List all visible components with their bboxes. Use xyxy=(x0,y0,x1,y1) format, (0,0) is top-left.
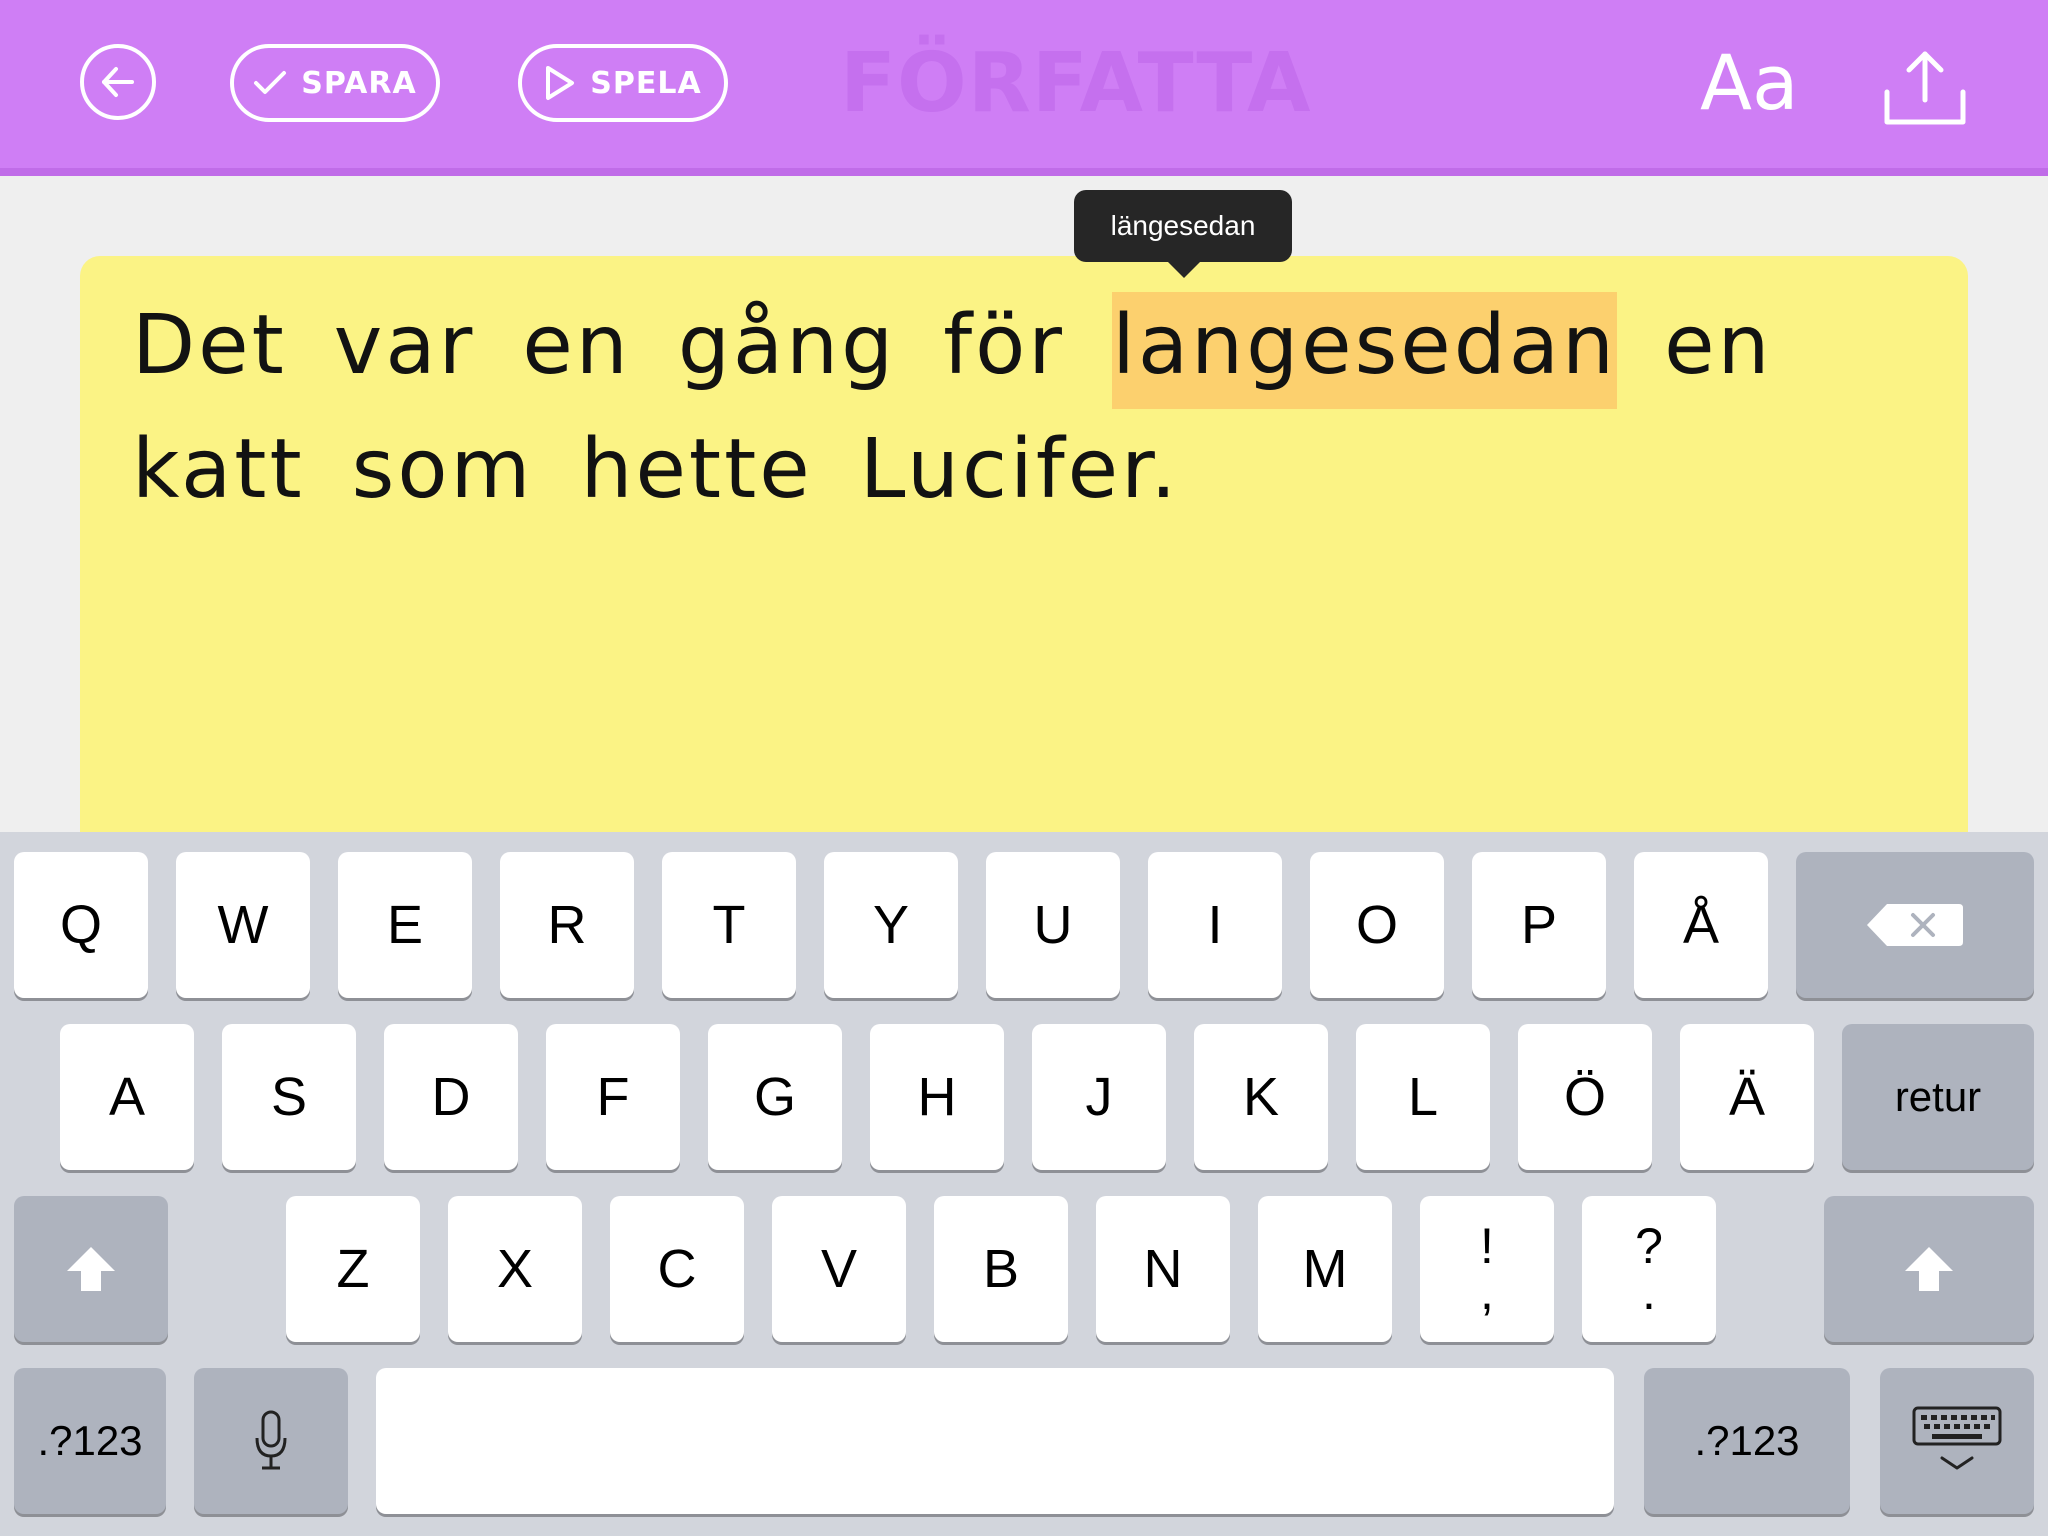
key-exclamation-comma[interactable]: ! , xyxy=(1420,1196,1554,1342)
backspace-key[interactable] xyxy=(1796,852,2034,998)
dictation-key[interactable] xyxy=(194,1368,348,1514)
microphone-icon xyxy=(255,1410,287,1470)
key-y[interactable]: Y xyxy=(824,852,958,998)
play-icon xyxy=(546,66,575,100)
story-text-before: Det var en gång för xyxy=(132,298,1113,393)
back-button[interactable] xyxy=(80,44,156,120)
key-d[interactable]: D xyxy=(384,1024,518,1170)
misspelled-word[interactable]: langesedan xyxy=(1112,292,1618,409)
spelling-suggestion[interactable]: längesedan xyxy=(1074,190,1292,262)
onscreen-keyboard: Q W E R T Y U I O P Å A S D F G H J K L … xyxy=(0,832,2048,1536)
key-t[interactable]: T xyxy=(662,852,796,998)
key-a-ring[interactable]: Å xyxy=(1634,852,1768,998)
key-g[interactable]: G xyxy=(708,1024,842,1170)
key-v[interactable]: V xyxy=(772,1196,906,1342)
key-u[interactable]: U xyxy=(986,852,1120,998)
keyboard-dismiss-icon xyxy=(1912,1406,2002,1470)
key-comma: , xyxy=(1480,1264,1494,1320)
key-o-umlaut[interactable]: Ö xyxy=(1518,1024,1652,1170)
key-e[interactable]: E xyxy=(338,852,472,998)
key-q[interactable]: Q xyxy=(14,852,148,998)
key-j[interactable]: J xyxy=(1032,1024,1166,1170)
key-l[interactable]: L xyxy=(1356,1024,1490,1170)
key-r[interactable]: R xyxy=(500,852,634,998)
key-p[interactable]: P xyxy=(1472,852,1606,998)
key-period: . xyxy=(1642,1264,1656,1320)
save-button[interactable]: SPARA xyxy=(230,44,440,122)
key-z[interactable]: Z xyxy=(286,1196,420,1342)
return-key[interactable]: retur xyxy=(1842,1024,2034,1170)
suggestion-arrow xyxy=(1168,262,1200,278)
top-bar-divider xyxy=(0,168,2048,176)
font-settings-button[interactable]: Aa xyxy=(1700,38,1799,138)
key-k[interactable]: K xyxy=(1194,1024,1328,1170)
key-h[interactable]: H xyxy=(870,1024,1004,1170)
key-m[interactable]: M xyxy=(1258,1196,1392,1342)
key-i[interactable]: I xyxy=(1148,852,1282,998)
key-question-period[interactable]: ? . xyxy=(1582,1196,1716,1342)
top-bar: SPARA SPELA FÖRFATTA Aa xyxy=(0,0,2048,176)
shift-key-left[interactable] xyxy=(14,1196,168,1342)
key-x[interactable]: X xyxy=(448,1196,582,1342)
share-upload-icon xyxy=(1884,51,1966,125)
key-w[interactable]: W xyxy=(176,852,310,998)
checkmark-icon xyxy=(254,71,287,94)
backspace-icon xyxy=(1867,904,1963,946)
space-bar[interactable] xyxy=(376,1368,1614,1514)
key-a-umlaut[interactable]: Ä xyxy=(1680,1024,1814,1170)
story-text[interactable]: Det var en gång för langesedan en katt s… xyxy=(132,284,1912,532)
key-o[interactable]: O xyxy=(1310,852,1444,998)
key-b[interactable]: B xyxy=(934,1196,1068,1342)
text-card[interactable]: Det var en gång för langesedan en katt s… xyxy=(80,256,1968,856)
arrow-left-icon xyxy=(102,67,134,97)
numbers-key-right[interactable]: .?123 xyxy=(1644,1368,1850,1514)
key-question: ? xyxy=(1635,1218,1663,1274)
key-a[interactable]: A xyxy=(60,1024,194,1170)
key-exclamation: ! xyxy=(1480,1218,1494,1274)
page-title: FÖRFATTA xyxy=(840,36,1312,131)
save-label: SPARA xyxy=(301,65,417,101)
play-button[interactable]: SPELA xyxy=(518,44,728,122)
key-c[interactable]: C xyxy=(610,1196,744,1342)
shift-key-right[interactable] xyxy=(1824,1196,2034,1342)
share-button[interactable] xyxy=(1882,48,1968,128)
key-s[interactable]: S xyxy=(222,1024,356,1170)
dismiss-keyboard-key[interactable] xyxy=(1880,1368,2034,1514)
play-label: SPELA xyxy=(590,65,702,101)
shift-icon xyxy=(67,1247,115,1291)
key-n[interactable]: N xyxy=(1096,1196,1230,1342)
shift-icon xyxy=(1905,1247,1953,1291)
numbers-key-left[interactable]: .?123 xyxy=(14,1368,166,1514)
key-f[interactable]: F xyxy=(546,1024,680,1170)
